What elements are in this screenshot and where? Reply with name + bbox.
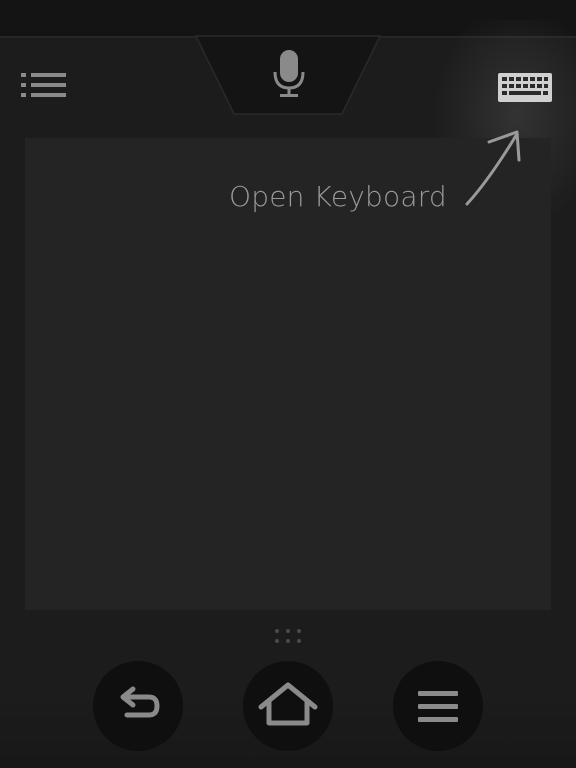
- remote-screen: Open Keyboard: [0, 0, 576, 768]
- back-arrow-icon: [120, 686, 160, 718]
- top-divider: [0, 36, 576, 38]
- home-icon: [258, 682, 318, 726]
- status-bar: [0, 0, 576, 36]
- dots-grid-icon: [275, 629, 301, 643]
- channel-list-button[interactable]: [14, 66, 72, 108]
- home-button[interactable]: [243, 661, 333, 751]
- voice-search-button[interactable]: [258, 46, 320, 102]
- microphone-icon: [273, 50, 305, 97]
- back-button[interactable]: [93, 661, 183, 751]
- open-keyboard-hint: Open Keyboard: [229, 180, 447, 213]
- keyboard-icon: [498, 73, 552, 102]
- open-keyboard-button[interactable]: [492, 68, 556, 108]
- hamburger-menu-icon: [418, 691, 458, 722]
- list-icon: [21, 73, 66, 97]
- menu-button[interactable]: [393, 661, 483, 751]
